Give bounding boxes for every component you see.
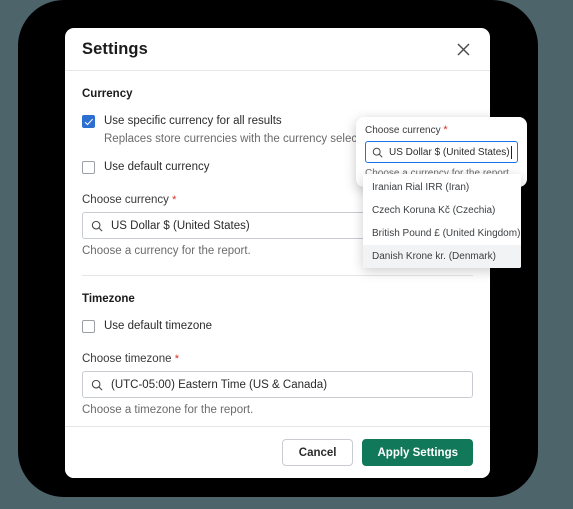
autocomplete-label-text: Choose currency — [365, 125, 441, 136]
required-indicator-currency: * — [172, 194, 177, 206]
list-item[interactable]: British Pound £ (United Kingdom) — [363, 222, 521, 245]
dialog-header: Settings — [65, 28, 490, 71]
timezone-input-value: (UTC-05:00) Eastern Time (US & Canada) — [111, 378, 328, 391]
required-indicator-timezone: * — [174, 353, 179, 365]
checkbox-label-use-default-timezone: Use default timezone — [104, 320, 213, 332]
dialog-footer: Cancel Apply Settings — [65, 426, 490, 478]
currency-option-list[interactable]: Iranian Rial IRR (Iran) Czech Koruna Kč … — [363, 174, 521, 268]
search-icon — [91, 220, 103, 232]
help-text-choose-timezone: Choose a timezone for the report. — [82, 404, 254, 416]
section-heading-currency: Currency — [82, 88, 133, 100]
search-icon — [91, 379, 103, 391]
label-choose-currency-text: Choose currency — [82, 194, 169, 206]
label-choose-timezone: Choose timezone * — [82, 353, 473, 365]
section-divider — [82, 275, 473, 276]
checkbox-use-default-currency[interactable] — [82, 161, 95, 174]
timezone-input[interactable]: (UTC-05:00) Eastern Time (US & Canada) — [82, 371, 473, 398]
autocomplete-input-value: US Dollar $ (United States) — [389, 146, 510, 158]
checkbox-label-use-specific-currency: Use specific currency for all results — [104, 115, 282, 127]
section-heading-timezone: Timezone — [82, 293, 135, 305]
checkbox-row-use-default-timezone[interactable]: Use default timezone — [82, 319, 473, 333]
list-item[interactable]: Iranian Rial IRR (Iran) — [363, 176, 521, 199]
label-choose-timezone-text: Choose timezone — [82, 353, 172, 365]
autocomplete-required-indicator: * — [443, 124, 448, 136]
checkbox-use-specific-currency[interactable] — [82, 115, 95, 128]
list-item[interactable]: Danish Krone kr. (Denmark) — [363, 245, 521, 268]
autocomplete-label: Choose currency * — [365, 124, 518, 136]
page-title: Settings — [82, 39, 148, 58]
apply-settings-button[interactable]: Apply Settings — [362, 439, 473, 466]
checkbox-label-use-default-currency: Use default currency — [104, 161, 210, 173]
search-icon — [372, 147, 383, 158]
close-icon[interactable] — [452, 38, 474, 60]
autocomplete-search-input[interactable]: US Dollar $ (United States) — [365, 141, 518, 163]
list-item[interactable]: Czech Koruna Kč (Czechia) — [363, 199, 521, 222]
currency-input-value: US Dollar $ (United States) — [111, 219, 250, 232]
checkbox-use-default-timezone[interactable] — [82, 320, 95, 333]
cancel-button[interactable]: Cancel — [281, 439, 354, 466]
